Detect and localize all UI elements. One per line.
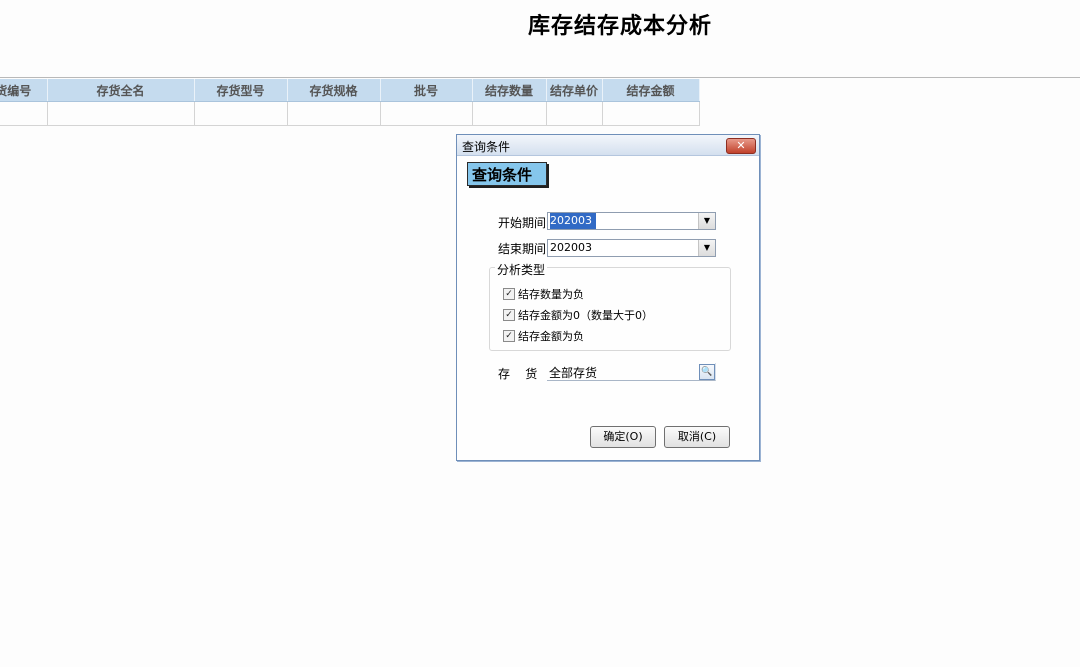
cancel-button[interactable]: 取消(C): [664, 426, 730, 448]
checkbox-checked-icon[interactable]: ✓: [503, 288, 515, 300]
start-period-value: 202003: [550, 213, 596, 229]
inventory-field[interactable]: 全部存货 🔍: [547, 363, 716, 381]
start-period-label: 开始期间: [498, 216, 547, 230]
column-header-model[interactable]: 存货型号: [194, 79, 288, 102]
table-cell[interactable]: [0, 101, 48, 126]
column-header-unit-price[interactable]: 结存单价: [546, 79, 603, 102]
search-icon[interactable]: 🔍: [699, 364, 715, 380]
ok-button[interactable]: 确定(O): [590, 426, 656, 448]
table-cell[interactable]: [47, 101, 195, 126]
option-zero-amount[interactable]: ✓ 结存金额为0（数量大于0）: [503, 307, 653, 323]
table-cell[interactable]: [472, 101, 547, 126]
option-label: 结存金额为0（数量大于0）: [518, 309, 653, 322]
dialog-titlebar[interactable]: 查询条件 ✕: [457, 135, 759, 156]
table-cell[interactable]: [546, 101, 603, 126]
report-title: 库存结存成本分析: [527, 13, 712, 39]
dialog-banner: 查询条件: [467, 162, 547, 186]
option-label: 结存金额为负: [518, 330, 584, 343]
query-conditions-dialog: 查询条件 ✕ 查询条件 开始期间 202003 ▼ 结束期间 202003 ▼ …: [456, 134, 760, 461]
option-label: 结存数量为负: [518, 288, 584, 301]
table-header-row: 货编号 存货全名 存货型号 存货规格 批号 结存数量 结存单价 结存金额: [0, 79, 700, 102]
table-row[interactable]: [0, 101, 700, 126]
analysis-type-label: 分析类型: [495, 261, 548, 278]
option-negative-amount[interactable]: ✓ 结存金额为负: [503, 328, 584, 344]
checkbox-checked-icon[interactable]: ✓: [503, 330, 515, 342]
chevron-down-icon[interactable]: ▼: [698, 240, 715, 256]
close-button[interactable]: ✕: [726, 138, 756, 154]
end-period-value: 202003: [550, 241, 592, 254]
start-period-select[interactable]: 202003 ▼: [547, 212, 716, 230]
end-period-select[interactable]: 202003 ▼: [547, 239, 716, 257]
inventory-label: 存 货: [498, 367, 538, 381]
end-period-label: 结束期间: [498, 242, 547, 256]
column-header-item-code[interactable]: 货编号: [0, 79, 48, 102]
column-header-full-name[interactable]: 存货全名: [47, 79, 195, 102]
report-table: 货编号 存货全名 存货型号 存货规格 批号 结存数量 结存单价 结存金额: [0, 79, 700, 126]
table-cell[interactable]: [602, 101, 700, 126]
checkbox-checked-icon[interactable]: ✓: [503, 309, 515, 321]
inventory-value: 全部存货: [549, 366, 598, 380]
chevron-down-icon[interactable]: ▼: [698, 213, 715, 229]
dialog-title: 查询条件: [462, 140, 511, 154]
column-header-amount[interactable]: 结存金额: [602, 79, 700, 102]
table-cell[interactable]: [194, 101, 288, 126]
column-header-qty[interactable]: 结存数量: [472, 79, 547, 102]
close-x-icon: ✕: [736, 139, 746, 152]
column-header-spec[interactable]: 存货规格: [287, 79, 381, 102]
header-divider: [0, 77, 1080, 78]
table-cell[interactable]: [380, 101, 473, 126]
option-negative-qty[interactable]: ✓ 结存数量为负: [503, 286, 584, 302]
table-cell[interactable]: [287, 101, 381, 126]
column-header-batch[interactable]: 批号: [380, 79, 473, 102]
